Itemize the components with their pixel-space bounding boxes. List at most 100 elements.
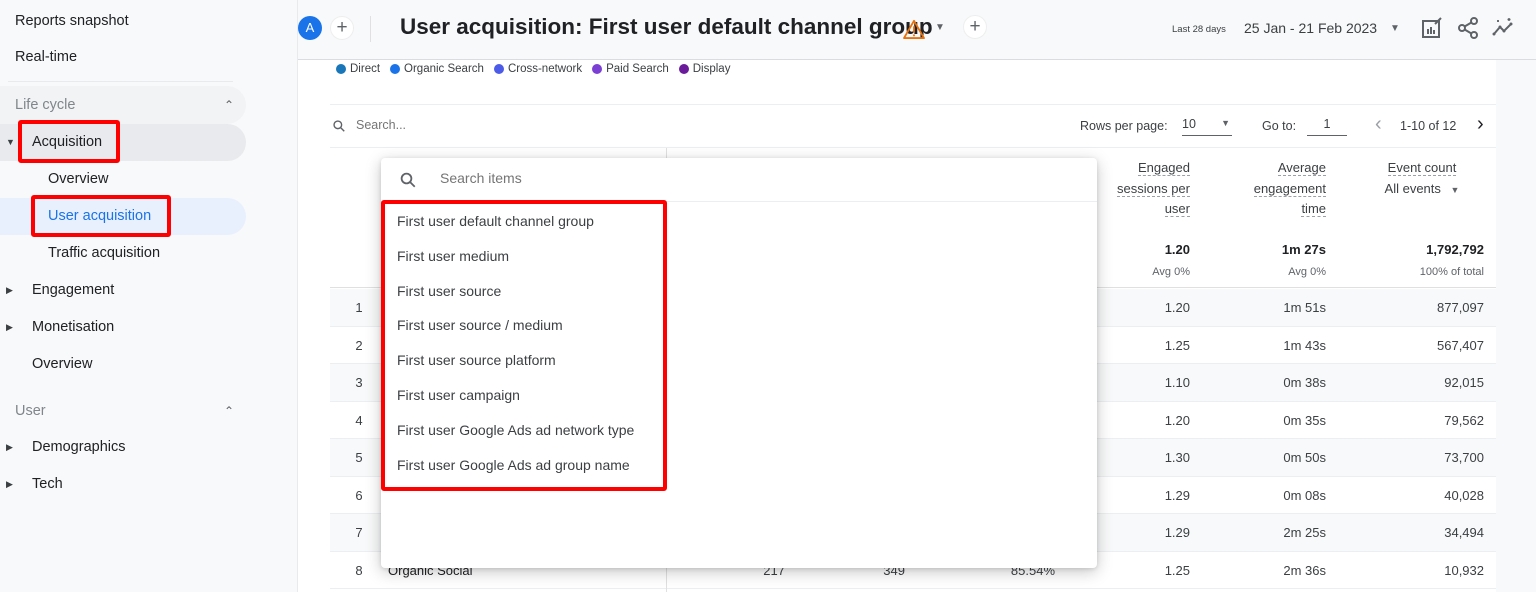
dropdown-item[interactable]: First user campaign	[397, 378, 663, 413]
search-items-input[interactable]	[440, 170, 940, 186]
legend-item[interactable]: Paid Search	[592, 63, 669, 75]
plus-icon: +	[969, 16, 981, 37]
dropdown-item[interactable]: First user medium	[397, 239, 663, 274]
customize-report-icon[interactable]	[1420, 16, 1444, 40]
cell-engaged-per-user: 1.20	[1164, 412, 1190, 428]
nav-label: Demographics	[32, 439, 126, 455]
nav-lifecycle-overview[interactable]: Overview	[0, 346, 246, 383]
warning-icon[interactable]	[903, 19, 925, 39]
nav-demographics[interactable]: ▶ Demographics	[0, 429, 246, 466]
nav-label: Acquisition	[32, 134, 103, 150]
dropdown-item[interactable]: First user default channel group	[397, 204, 663, 239]
scroll-gutter	[1496, 60, 1536, 592]
section-label: Life cycle	[15, 97, 76, 113]
goto-label: Go to:	[1262, 119, 1297, 133]
section-life-cycle[interactable]: Life cycle ⌃	[0, 86, 246, 124]
nav-real-time[interactable]: Real-time	[15, 39, 77, 75]
nav-reports-snapshot[interactable]: Reports snapshot	[15, 3, 129, 39]
dropdown-item[interactable]: First user source	[397, 274, 663, 309]
cell-engaged-per-user: 1.30	[1164, 450, 1190, 465]
nav-user-acquisition[interactable]: User acquisition	[0, 198, 246, 235]
nav-label: Overview	[32, 356, 93, 372]
section-user[interactable]: User ⌃	[0, 392, 246, 430]
cell-engaged-per-user: 1.10	[1164, 375, 1190, 390]
nav-engagement[interactable]: ▶ Engagement	[0, 272, 246, 309]
date-range-picker[interactable]: 25 Jan - 21 Feb 2023	[1244, 20, 1377, 36]
nav-acquisition-overview[interactable]: Overview	[0, 161, 246, 198]
row-index: 3	[355, 375, 363, 390]
row-index: 6	[355, 487, 363, 503]
total-avg-engagement-time: 1m 27s	[1281, 242, 1326, 257]
cell-event-count: 567,407	[1437, 337, 1484, 353]
report-header: A + User acquisition: First user default…	[298, 0, 1536, 60]
cell-event-count: 877,097	[1437, 300, 1484, 315]
column-header-average-engagement-time[interactable]: Average engagement time	[1206, 158, 1326, 220]
event-filter-value: All events	[1384, 180, 1441, 196]
page-title: User acquisition: First user default cha…	[400, 14, 933, 39]
cell-engaged-per-user: 1.25	[1164, 562, 1190, 578]
legend-dot-icon	[678, 64, 689, 74]
caret-right-icon: ▶	[6, 322, 13, 332]
row-index: 7	[355, 525, 363, 540]
dropdown-item[interactable]: First user Google Ads ad group name	[397, 448, 663, 483]
next-page-icon[interactable]: ›	[1477, 113, 1484, 136]
dropdown-item[interactable]: First user source / medium	[397, 308, 663, 343]
cell-avg-time: 0m 08s	[1283, 487, 1326, 503]
legend-label: Display	[692, 63, 731, 75]
date-caret-icon[interactable]: ▼	[1390, 23, 1400, 34]
cell-engaged-per-user: 1.29	[1164, 525, 1190, 540]
legend-dot-icon	[336, 64, 346, 74]
nav-tech[interactable]: ▶ Tech	[0, 466, 246, 503]
comparison-avatar[interactable]: A	[298, 16, 322, 40]
legend-item[interactable]: Cross-network	[493, 63, 582, 75]
title-dropdown-caret-icon[interactable]: ▼	[935, 22, 945, 33]
divider	[370, 16, 371, 42]
rows-per-page-select[interactable]: 10 ▼	[1182, 114, 1232, 136]
date-preset-label: Last 28 days	[1172, 24, 1226, 35]
cell-avg-time: 2m 25s	[1283, 525, 1326, 540]
dimension-picker-dropdown: First user default channel group First u…	[381, 158, 1097, 568]
caret-down-icon: ▼	[6, 137, 15, 147]
nav-monetisation[interactable]: ▶ Monetisation	[0, 309, 246, 346]
plus-icon: +	[336, 17, 348, 38]
divider	[8, 81, 233, 82]
sidebar: Reports snapshot Real-time Life cycle ⌃ …	[0, 0, 298, 592]
pagination-status: 1-10 of 12	[1400, 119, 1457, 133]
legend-item[interactable]: Organic Search	[390, 63, 484, 75]
header-line: sessions per	[1117, 180, 1190, 197]
caret-down-icon: ▼	[1221, 118, 1230, 128]
chevron-up-icon: ⌃	[223, 404, 234, 418]
cell-event-count: 73,700	[1444, 450, 1484, 465]
nav-acquisition[interactable]: ▼ Acquisition	[0, 124, 246, 161]
chevron-up-icon: ⌃	[223, 98, 234, 112]
cell-event-count: 79,562	[1444, 412, 1484, 428]
cell-event-count: 34,494	[1444, 525, 1484, 540]
legend-label: Direct	[350, 63, 381, 75]
previous-page-icon[interactable]: ‹	[1375, 113, 1382, 136]
dropdown-item[interactable]: First user Google Ads ad network type	[397, 413, 663, 448]
legend-item[interactable]: Direct	[336, 63, 380, 75]
legend-dot-icon	[390, 64, 401, 74]
add-comparison-button[interactable]: +	[330, 16, 354, 40]
row-index: 4	[355, 412, 363, 428]
nav-label: Monetisation	[32, 319, 115, 335]
table-search-input[interactable]	[356, 118, 656, 132]
event-filter-select[interactable]: All events ▼	[1360, 179, 1484, 201]
table-toolbar: Rows per page: 10 ▼ Go to: 1 ‹ 1-10 of 1…	[330, 104, 1496, 148]
goto-page-input[interactable]: 1	[1307, 114, 1347, 136]
header-line: engagement	[1253, 180, 1326, 197]
legend-item[interactable]: Display	[678, 63, 731, 75]
dropdown-item[interactable]: First user source platform	[397, 343, 663, 378]
nav-traffic-acquisition[interactable]: Traffic acquisition	[0, 235, 246, 272]
share-icon[interactable]	[1456, 16, 1480, 40]
total-avg-engagement-time-sub: Avg 0%	[1288, 266, 1326, 278]
insights-icon[interactable]	[1492, 16, 1516, 40]
cell-engaged-per-user: 1.20	[1164, 300, 1190, 315]
legend-dot-icon	[493, 64, 504, 74]
add-button[interactable]: +	[963, 15, 987, 39]
nav-label: Tech	[32, 476, 63, 492]
search-icon	[400, 172, 416, 188]
nav-label: Traffic acquisition	[48, 245, 161, 261]
column-header-event-count[interactable]: Event count All events ▼	[1360, 158, 1484, 200]
caret-right-icon: ▶	[6, 479, 13, 489]
